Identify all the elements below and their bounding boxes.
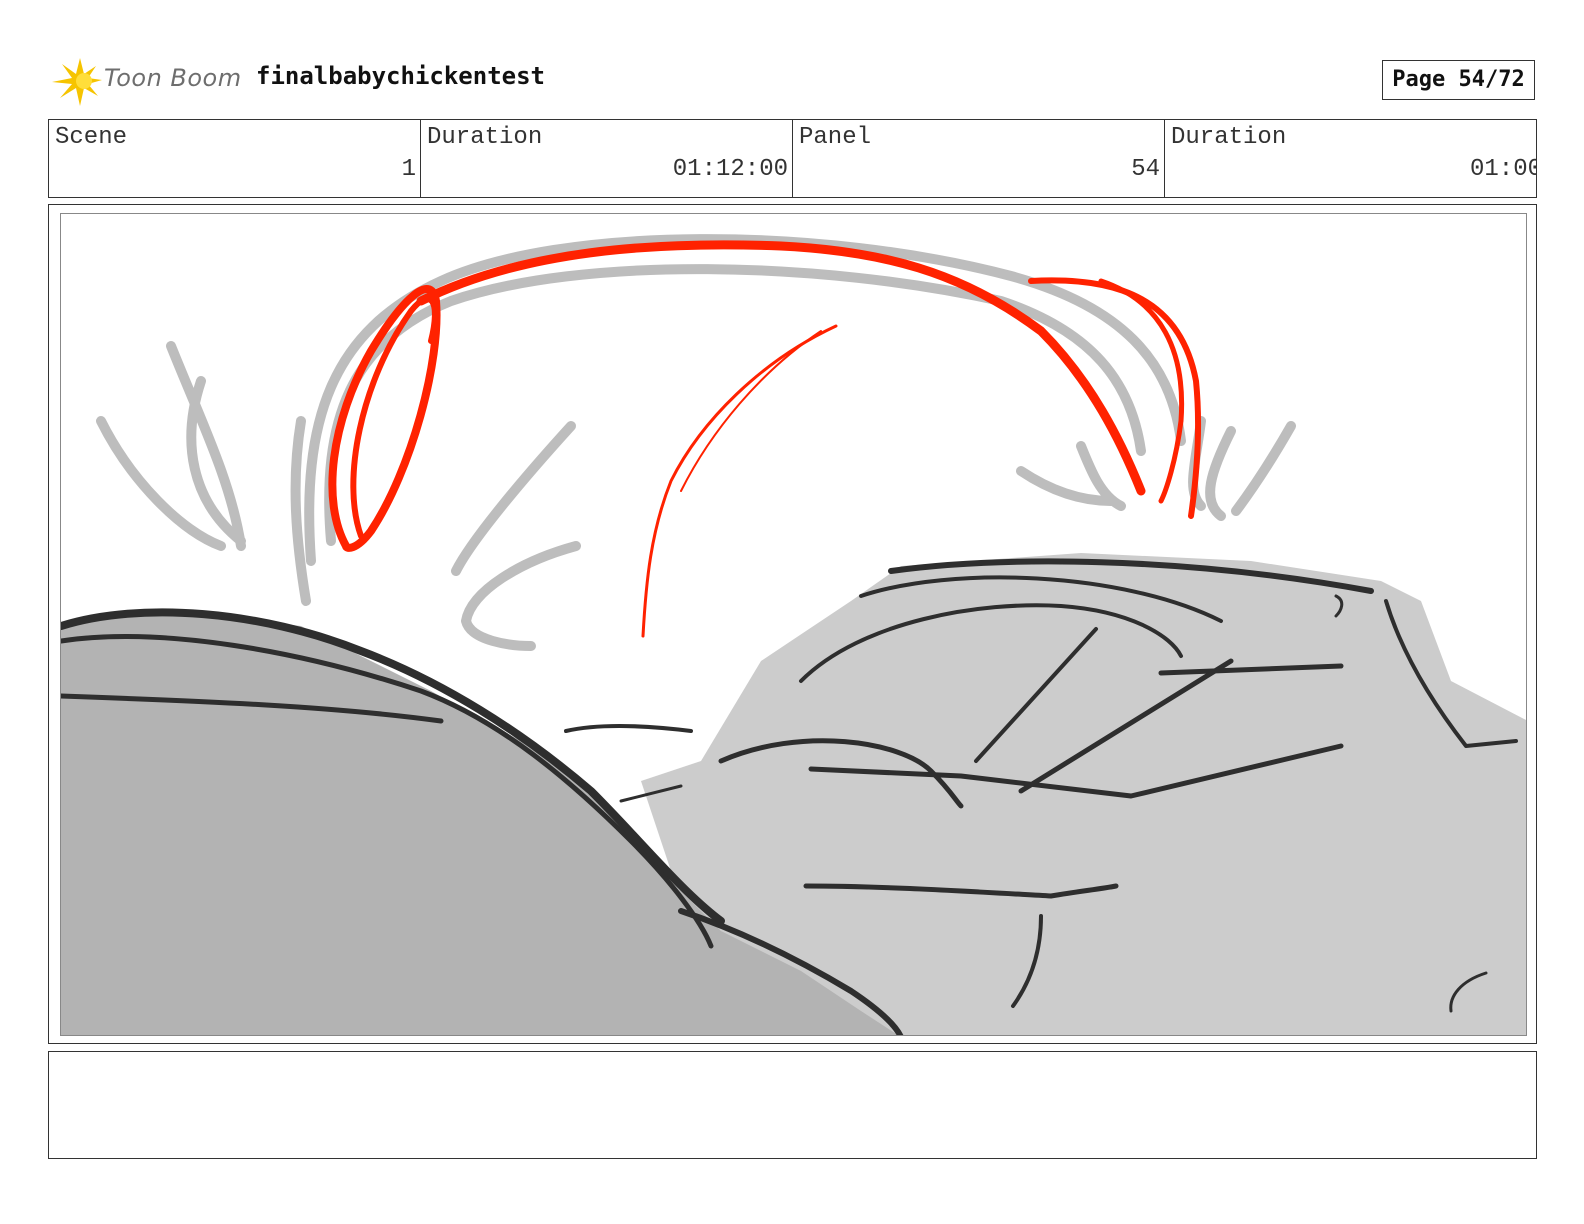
logo-wordmark: Toon Boom: [104, 64, 242, 92]
panel-duration-value: 01:00: [1469, 156, 1536, 183]
scene-duration-label: Duration: [427, 124, 543, 151]
panel-info-table: Scene 1 Duration 01:12:00 Panel 54 Durat…: [48, 119, 1537, 198]
panel-label: Panel: [799, 124, 872, 151]
panel-cell: Panel 54: [793, 120, 1165, 197]
scene-cell: Scene 1: [49, 120, 421, 197]
panel-duration-cell: Duration 01:00: [1165, 120, 1536, 197]
project-title: finalbabychickentest: [256, 62, 545, 90]
scene-duration-cell: Duration 01:12:00: [421, 120, 793, 197]
scene-label: Scene: [55, 124, 128, 151]
page-indicator: Page 54/72: [1382, 60, 1535, 100]
scene-value: 1: [401, 156, 416, 183]
panel-duration-label: Duration: [1171, 124, 1287, 151]
storyboard-sketch: [61, 234, 1526, 1035]
caption-box: [48, 1051, 1537, 1159]
storyboard-panel-image: [60, 213, 1527, 1036]
scene-duration-value: 01:12:00: [672, 156, 788, 183]
panel-value: 54: [1131, 156, 1160, 183]
